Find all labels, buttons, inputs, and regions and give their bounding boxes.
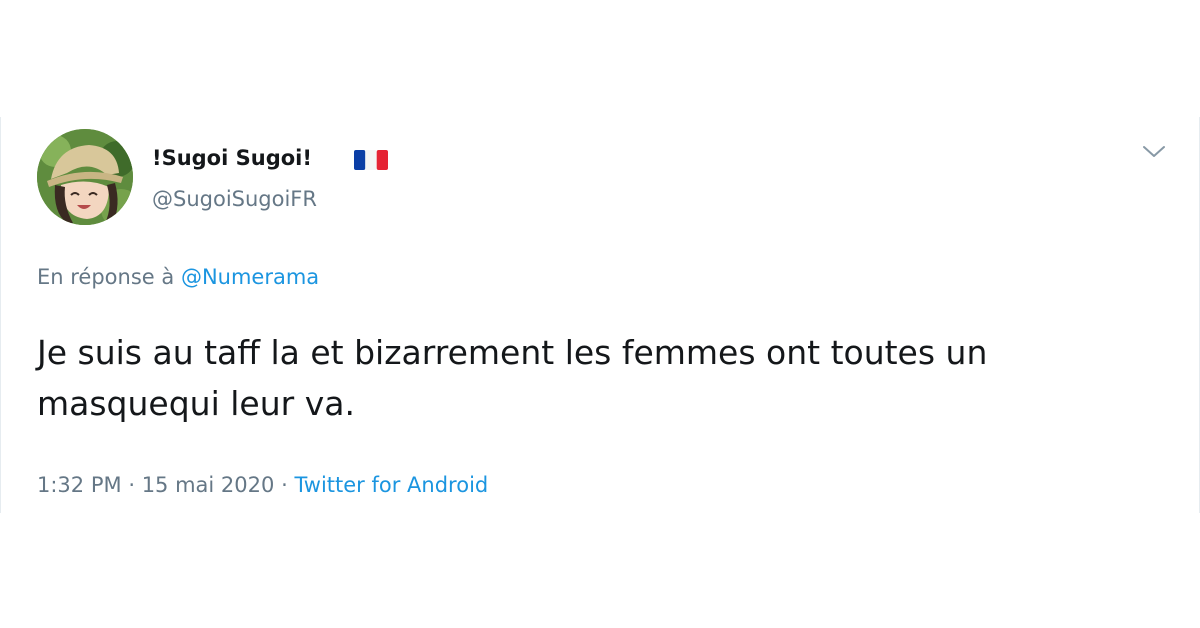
tweet-source-link[interactable]: Twitter for Android <box>294 473 488 497</box>
author-display-name[interactable]: !Sugoi Sugoi! <box>152 145 312 171</box>
author-handle[interactable]: @SugoiSugoiFR <box>152 186 317 212</box>
page-canvas: !Sugoi Sugoi! @SugoiSugoiFR En réponse à… <box>0 0 1200 628</box>
tweet-meta: 1:32 PM · 15 mai 2020 · Twitter for Andr… <box>37 471 488 499</box>
french-flag-icon <box>354 150 388 170</box>
tweet-card: !Sugoi Sugoi! @SugoiSugoiFR En réponse à… <box>0 117 1200 513</box>
meta-separator: · <box>281 473 288 497</box>
avatar[interactable] <box>37 129 133 225</box>
meta-separator: · <box>128 473 135 497</box>
avatar-image <box>37 129 133 225</box>
tweet-date[interactable]: 15 mai 2020 <box>142 473 275 497</box>
chevron-down-icon[interactable] <box>1141 143 1167 161</box>
tweet-text: Je suis au taff la et bizarrement les fe… <box>37 333 988 423</box>
reply-prefix: En réponse à <box>37 265 175 289</box>
reply-context: En réponse à @Numerama <box>37 263 319 291</box>
tweet-time[interactable]: 1:32 PM <box>37 473 122 497</box>
reply-mention-link[interactable]: @Numerama <box>181 265 319 289</box>
